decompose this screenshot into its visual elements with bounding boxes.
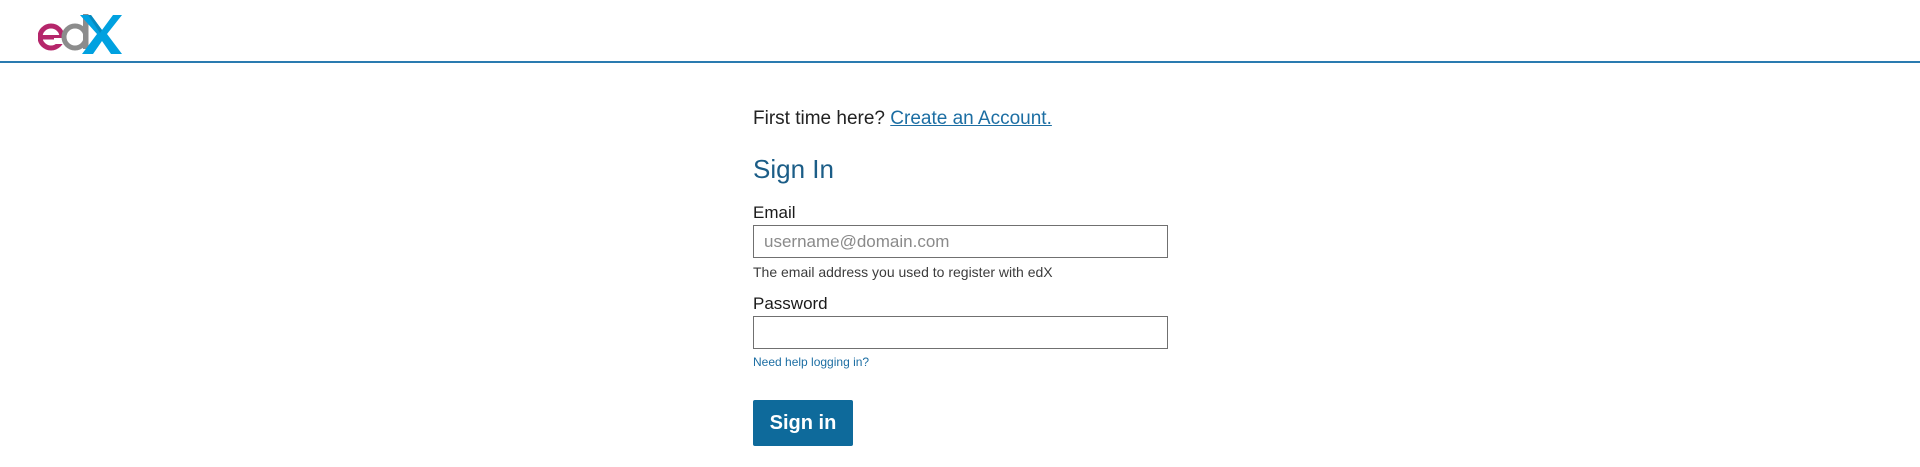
email-help-text: The email address you used to register w…: [753, 264, 1053, 280]
account-prompt-text: First time here?: [753, 108, 885, 129]
password-field[interactable]: [753, 316, 1168, 349]
edx-logo-icon: [38, 14, 122, 54]
sign-in-button[interactable]: Sign in: [753, 400, 853, 446]
site-header: [0, 0, 1920, 63]
email-field[interactable]: [753, 225, 1168, 258]
login-help-link[interactable]: Need help logging in?: [753, 353, 869, 371]
account-prompt: First time here? Create an Account.: [753, 104, 1052, 134]
edx-logo[interactable]: [38, 14, 122, 54]
password-label: Password: [753, 294, 828, 313]
create-account-link[interactable]: Create an Account.: [890, 108, 1052, 129]
email-label: Email: [753, 203, 796, 222]
page-title: Sign In: [753, 154, 834, 184]
